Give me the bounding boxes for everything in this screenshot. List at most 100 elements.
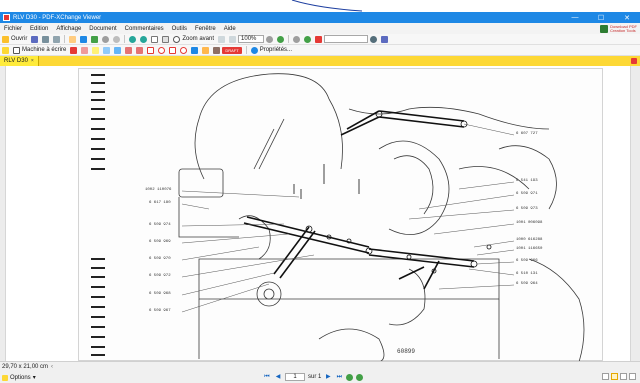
- continuous-facing-view-icon[interactable]: [629, 373, 636, 380]
- menu-document[interactable]: Document: [85, 26, 120, 32]
- first-page-button[interactable]: ⏮: [263, 373, 271, 381]
- eraser-button[interactable]: [200, 45, 211, 55]
- rectangle-button[interactable]: [145, 45, 156, 55]
- strikeout-button[interactable]: [101, 45, 112, 55]
- sticky-note-icon: [2, 46, 9, 54]
- title-bar: RLV D30 - PDF-XChange Viewer — ☐ ✕: [0, 12, 640, 23]
- left-leader-lines: [181, 190, 315, 313]
- folder-open-icon: [2, 35, 9, 43]
- properties-label: Propriétés...: [259, 47, 293, 53]
- search-input[interactable]: [324, 35, 369, 43]
- window-title: RLV D30 - PDF-XChange Viewer: [13, 14, 102, 21]
- facing-view-icon[interactable]: [620, 373, 627, 380]
- undo-button[interactable]: [100, 34, 111, 44]
- underline-button[interactable]: [112, 45, 123, 55]
- open-button[interactable]: Ouvrir: [0, 34, 29, 44]
- menu-affichage[interactable]: Affichage: [52, 26, 85, 32]
- minimize-button[interactable]: —: [562, 12, 588, 23]
- download-tools-badge[interactable]: Download PDF Creation Tools: [600, 24, 637, 33]
- rotate-right-button[interactable]: [138, 34, 149, 44]
- part-label: 6 607 727: [516, 132, 538, 136]
- zoom-input[interactable]: 100%: [238, 35, 265, 43]
- save-button[interactable]: [29, 34, 40, 44]
- fasteners: [293, 110, 492, 274]
- part-label: 6 617 180: [149, 201, 171, 205]
- right-leader-lines: [408, 123, 515, 290]
- right-side-panel[interactable]: [630, 66, 640, 361]
- comment-toolbar: Machine à écrire DRAFT Propriétés...: [0, 45, 640, 56]
- page-number-input[interactable]: 1: [285, 373, 305, 381]
- single-page-view-icon[interactable]: [602, 373, 609, 380]
- next-page-button[interactable]: ▶: [324, 373, 332, 381]
- pencil-icon: [191, 46, 199, 54]
- textbox-button[interactable]: [68, 45, 79, 55]
- redo-button[interactable]: [111, 34, 122, 44]
- snapshot-button[interactable]: [89, 34, 100, 44]
- chevron-left-icon[interactable]: ‹: [51, 364, 53, 370]
- sticky-note-button[interactable]: [0, 45, 11, 55]
- prev-view-button[interactable]: [291, 34, 302, 44]
- tab-rlv-d30[interactable]: RLV D30 ×: [0, 56, 39, 66]
- rectangle-icon: [147, 46, 155, 54]
- line-button[interactable]: [123, 45, 134, 55]
- maximize-button[interactable]: ☐: [588, 12, 614, 23]
- eye-button[interactable]: [313, 34, 324, 44]
- search-button[interactable]: [368, 34, 379, 44]
- document-area[interactable]: 1002 110076 6 617 180 6 509 974 6 509 96…: [0, 66, 640, 361]
- cloud-button[interactable]: [178, 45, 189, 55]
- forward-view-icon[interactable]: [356, 373, 364, 381]
- figure-number: 60899: [397, 348, 416, 355]
- zoom-out-button[interactable]: [264, 34, 275, 44]
- menu-fichier[interactable]: Fichier: [0, 26, 26, 32]
- arrow-icon: [136, 46, 144, 54]
- hand-tool-button[interactable]: [67, 34, 78, 44]
- polygon-button[interactable]: [167, 45, 178, 55]
- part-label: 6 509 964: [516, 282, 538, 286]
- close-button[interactable]: ✕: [614, 12, 640, 23]
- single-page-button[interactable]: [149, 34, 160, 44]
- typewriter-button[interactable]: Machine à écrire: [11, 45, 68, 55]
- pencil-button[interactable]: [189, 45, 200, 55]
- tab-close-icon[interactable]: ×: [31, 58, 34, 64]
- continuous-view-icon[interactable]: [611, 373, 618, 380]
- rotate-left-button[interactable]: [127, 34, 138, 44]
- stamp-button[interactable]: DRAFT: [211, 45, 243, 55]
- menu-edition[interactable]: Edition: [26, 26, 52, 32]
- fit-page-button[interactable]: [216, 34, 227, 44]
- oval-icon: [158, 46, 166, 54]
- properties-button[interactable]: Propriétés...: [249, 45, 294, 55]
- options-button[interactable]: Options ▾: [0, 374, 36, 381]
- textbox-icon: [70, 46, 78, 54]
- left-side-panel[interactable]: [0, 66, 6, 361]
- arrow-button[interactable]: [134, 45, 145, 55]
- callout-button[interactable]: [79, 45, 90, 55]
- forward-icon: [304, 35, 312, 43]
- print-button[interactable]: [40, 34, 51, 44]
- fit-width-icon: [229, 35, 237, 43]
- select-text-button[interactable]: [78, 34, 89, 44]
- prev-page-button[interactable]: ◀: [274, 373, 282, 381]
- menu-outils[interactable]: Outils: [168, 26, 191, 32]
- close-document-icon[interactable]: [631, 58, 637, 64]
- continuous-button[interactable]: [160, 34, 171, 44]
- rotate-right-icon: [140, 35, 148, 43]
- last-page-button[interactable]: ⏭: [335, 373, 343, 381]
- email-button[interactable]: [51, 34, 62, 44]
- zoom-mode-button[interactable]: Zoom avant: [171, 34, 216, 44]
- menu-aide[interactable]: Aide: [220, 26, 240, 32]
- fit-width-button[interactable]: [227, 34, 238, 44]
- menu-fenetre[interactable]: Fenêtre: [191, 26, 220, 32]
- part-label: 6 510 131: [516, 272, 538, 276]
- email-icon: [53, 35, 61, 43]
- part-label: 6 509 968: [149, 292, 171, 296]
- linkage-rods: [243, 110, 475, 290]
- back-view-icon[interactable]: [346, 373, 354, 381]
- oval-button[interactable]: [156, 45, 167, 55]
- pdf-tools-logo-icon: [600, 24, 609, 33]
- highlight-button[interactable]: [90, 45, 101, 55]
- next-view-button[interactable]: [302, 34, 313, 44]
- menu-commentaires[interactable]: Commentaires: [121, 26, 168, 32]
- zoom-in-button[interactable]: [275, 34, 286, 44]
- highlight-icon: [92, 46, 100, 54]
- search-options-button[interactable]: [379, 34, 390, 44]
